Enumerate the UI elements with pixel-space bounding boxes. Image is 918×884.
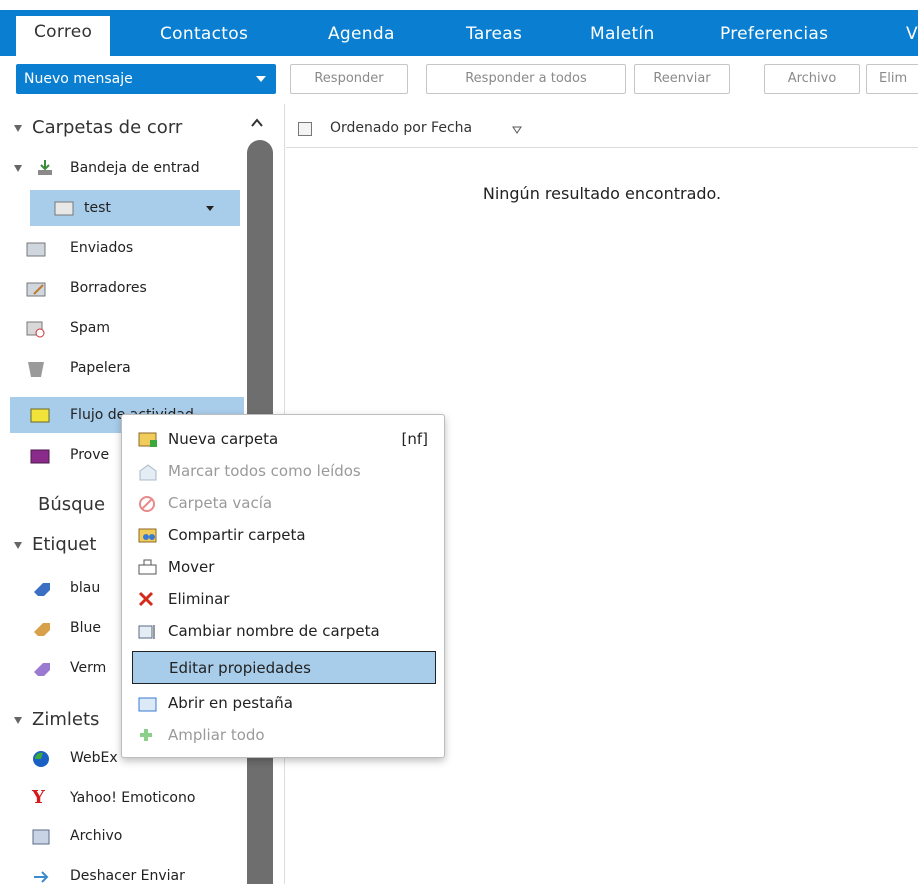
sent-folder-icon [26, 242, 46, 257]
folder-trash[interactable]: Papelera [26, 350, 246, 386]
tags-header[interactable]: Etiquet [14, 527, 124, 563]
plus-icon [140, 729, 152, 741]
menu-item-delete[interactable]: Eliminar [122, 583, 444, 615]
forward-button[interactable]: Reenviar [634, 64, 730, 94]
menu-item-mark-all-read[interactable]: Marcar todos como leídos [122, 455, 444, 487]
archive-button[interactable]: Archivo [764, 64, 860, 94]
select-all-checkbox[interactable] [298, 122, 312, 136]
folder-drafts[interactable]: Borradores [26, 270, 246, 306]
mail-app: Correo Contactos Agenda Tareas Maletín P… [0, 0, 918, 884]
mail-folders-header[interactable]: Carpetas de corr [14, 110, 246, 146]
tab-tareas[interactable]: Tareas [466, 18, 522, 56]
chevron-down-icon[interactable] [206, 206, 214, 211]
tab-contactos[interactable]: Contactos [160, 18, 248, 56]
menu-item-rename-folder[interactable]: Cambiar nombre de carpeta [122, 615, 444, 647]
folder-icon [54, 201, 74, 216]
tab-overflow[interactable]: V [906, 18, 918, 56]
tag-item[interactable]: Blue [30, 610, 130, 646]
tab-maletin[interactable]: Maletín [590, 18, 655, 56]
tag-item[interactable]: blau [30, 570, 130, 606]
folder-context-menu: Nueva carpeta [nf] Marcar todos como leí… [121, 414, 445, 758]
trash-icon [28, 362, 44, 377]
menu-item-edit-properties[interactable]: Editar propiedades [132, 651, 436, 684]
sort-label[interactable]: Ordenado por Fecha [330, 120, 472, 136]
app-tab-bar: Correo Contactos Agenda Tareas Maletín P… [0, 0, 918, 56]
archive-icon [32, 829, 50, 845]
tag-orange-icon [34, 623, 50, 636]
zimlet-item[interactable]: Deshacer Enviar [30, 858, 246, 884]
new-folder-icon [138, 432, 157, 447]
new-message-button[interactable]: Nuevo mensaje [16, 64, 276, 94]
folder-spam[interactable]: Spam [26, 310, 246, 346]
reply-button[interactable]: Responder [290, 64, 408, 94]
zimlet-item[interactable]: Archivo [30, 818, 246, 854]
empty-result-message: Ningún resultado encontrado. [482, 184, 722, 203]
folder-inbox[interactable]: Bandeja de entrad [14, 150, 246, 186]
tab-preferencias[interactable]: Preferencias [720, 18, 828, 56]
zimlets-header[interactable]: Zimlets [14, 702, 134, 738]
zimlet-item[interactable]: Y Yahoo! Emoticono [30, 780, 246, 816]
undo-send-icon [34, 871, 49, 883]
chevron-down-icon[interactable] [256, 76, 266, 82]
sort-arrow-icon[interactable] [512, 126, 522, 134]
menu-item-move[interactable]: Mover [122, 551, 444, 583]
rename-icon [138, 625, 155, 639]
empty-folder-icon [139, 496, 155, 512]
tab-correo[interactable]: Correo [16, 16, 111, 56]
folder-yellow-icon [30, 408, 50, 423]
menu-item-open-in-tab[interactable]: Abrir en pestaña [122, 687, 444, 719]
folder-test[interactable]: test [30, 190, 240, 226]
tag-purple-icon [34, 663, 50, 676]
scroll-up-icon[interactable] [250, 116, 264, 130]
delete-x-icon [138, 591, 154, 607]
tag-blue-icon [34, 583, 50, 596]
tab-agenda[interactable]: Agenda [328, 18, 395, 56]
menu-item-share-folder[interactable]: Compartir carpeta [122, 519, 444, 551]
folder-sent[interactable]: Enviados [26, 230, 246, 266]
share-folder-icon [138, 528, 157, 543]
move-icon [138, 559, 157, 575]
collapse-triangle-icon[interactable] [14, 124, 22, 132]
collapse-triangle-icon[interactable] [14, 716, 22, 724]
drafts-folder-icon [26, 282, 46, 297]
delete-button[interactable]: Elim [866, 64, 918, 94]
collapse-triangle-icon[interactable] [14, 164, 22, 172]
collapse-triangle-icon[interactable] [14, 541, 22, 549]
yahoo-icon: Y [32, 787, 45, 808]
menu-item-new-folder[interactable]: Nueva carpeta [nf] [122, 423, 444, 455]
spam-folder-icon [26, 321, 45, 338]
menu-item-empty-folder[interactable]: Carpeta vacía [122, 487, 444, 519]
new-message-label: Nuevo mensaje [24, 71, 133, 87]
shortcut-label: [nf] [401, 430, 429, 448]
menu-item-expand-all[interactable]: Ampliar todo [122, 719, 444, 751]
message-list-header: Ordenado por Fecha [286, 110, 918, 148]
inbox-download-icon [38, 160, 52, 175]
reply-all-button[interactable]: Responder a todos [426, 64, 626, 94]
globe-icon [33, 751, 49, 767]
folder-purple-icon [30, 449, 50, 464]
tag-item[interactable]: Verm [30, 650, 130, 686]
folder-blue-icon [138, 697, 157, 712]
mark-read-icon [139, 464, 157, 481]
